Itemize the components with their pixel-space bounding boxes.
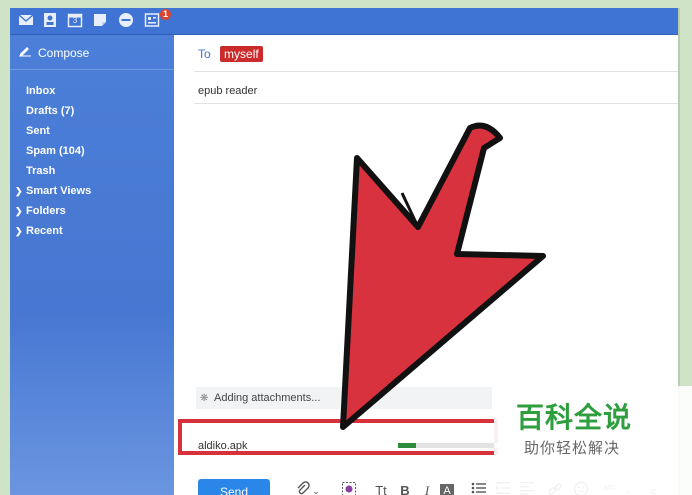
watermark-subtitle: 助你轻松解决: [524, 440, 621, 457]
watermark-title: 百科全说: [516, 402, 633, 433]
arrow-shape: [340, 122, 546, 430]
watermark: 百科全说 助你轻松解决: [494, 386, 692, 495]
